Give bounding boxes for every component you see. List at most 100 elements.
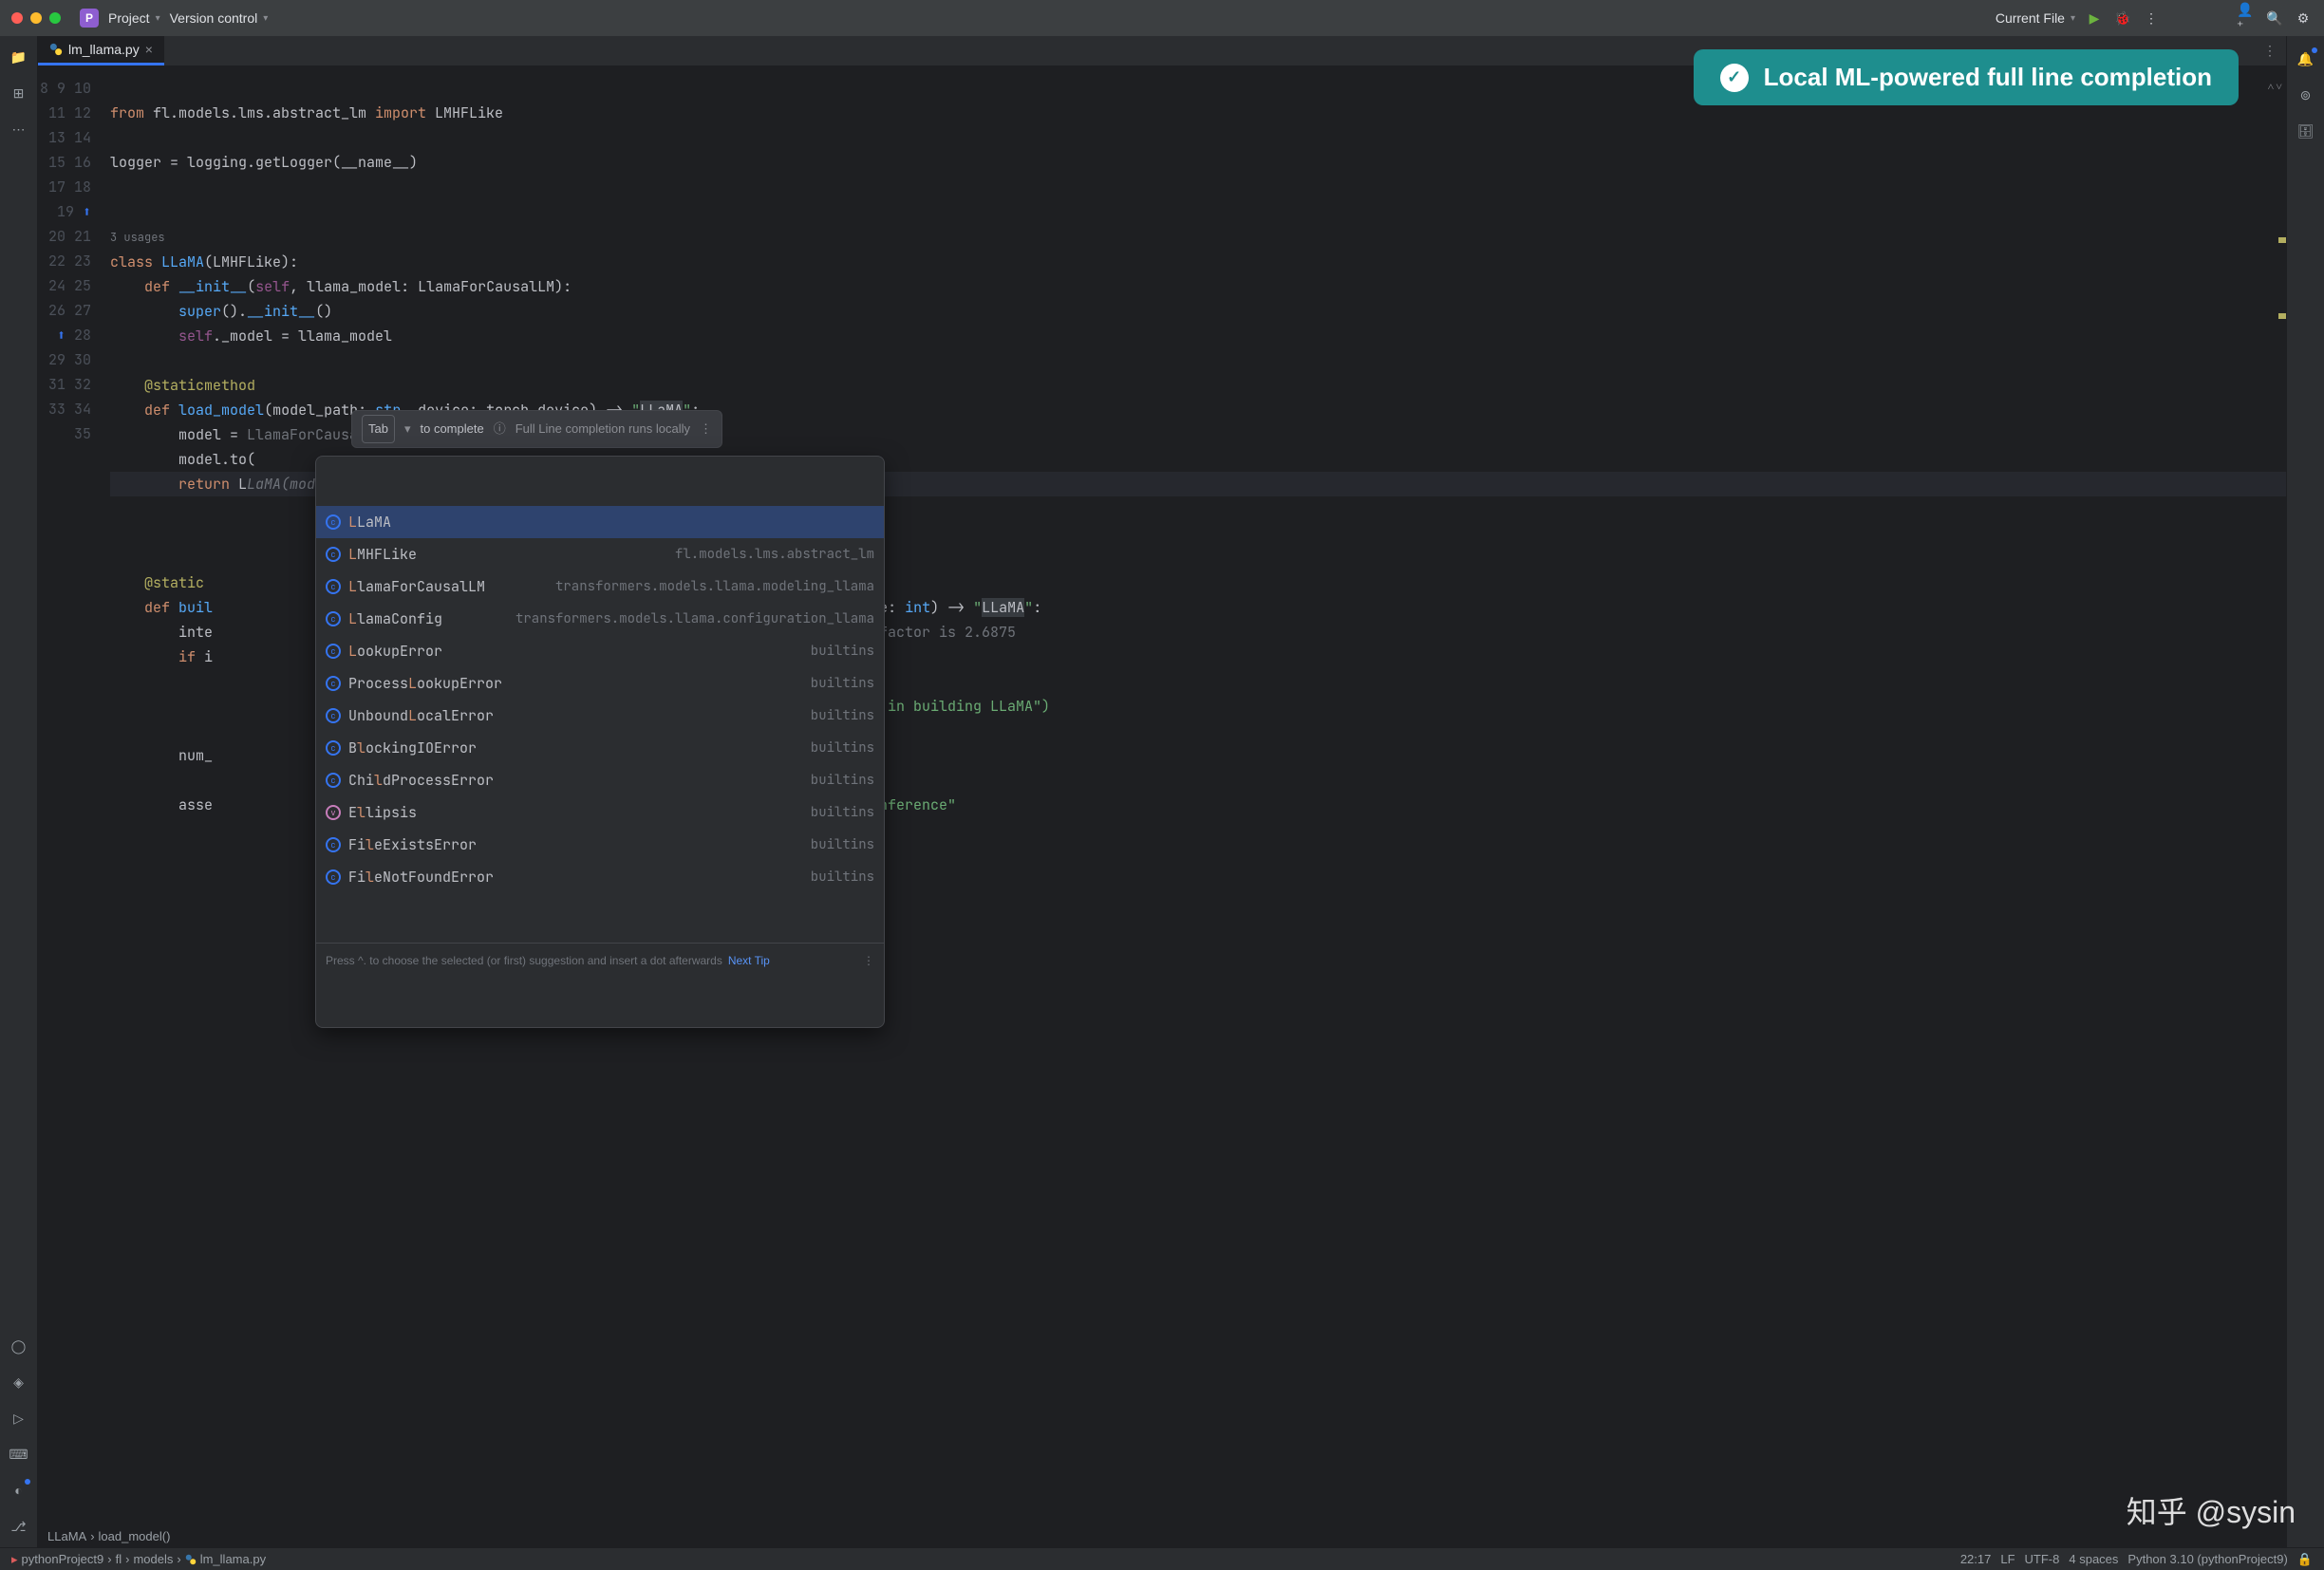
tab-close-button[interactable]: × [145, 42, 153, 57]
completion-item[interactable]: cFileExistsErrorbuiltins [316, 829, 884, 861]
sb-bc-1[interactable]: fl [116, 1552, 122, 1566]
services-icon[interactable]: ◈ [9, 1373, 28, 1392]
class-kind-icon: c [326, 869, 341, 885]
statusbar: ▸ pythonProject9› fl› models› lm_llama.p… [0, 1547, 2324, 1570]
completion-label: BlockingIOError [348, 736, 477, 760]
tab-lm-llama[interactable]: lm_llama.py × [38, 36, 164, 65]
completion-item[interactable]: c FileNotFoundError builtins [316, 861, 884, 893]
hint-more-icon[interactable]: ⋮ [700, 417, 712, 441]
terminal-icon[interactable]: ⌨ [9, 1445, 28, 1464]
status-breadcrumb[interactable]: ▸ pythonProject9› fl› models› lm_llama.p… [11, 1552, 266, 1567]
completion-item[interactable]: cLLaMA [316, 506, 884, 538]
prev-highlight-button[interactable]: ˄ [2267, 74, 2274, 99]
warning-stripe[interactable] [2278, 313, 2286, 319]
next-highlight-button[interactable]: ˅ [2276, 74, 2282, 99]
completion-hint-pill[interactable]: Tab ▾ to complete ⓘ Full Line completion… [351, 410, 722, 448]
right-toolbar: 🔔 ⊚ 🗄 [2286, 36, 2324, 1547]
completion-item[interactable]: cChildProcessErrorbuiltins [316, 764, 884, 796]
completion-item[interactable]: cUnboundLocalErrorbuiltins [316, 700, 884, 732]
completion-source: builtins [811, 703, 874, 728]
project-menu[interactable]: Project [108, 10, 160, 26]
completion-label: LookupError [348, 639, 442, 664]
completion-source: builtins [811, 800, 874, 825]
python-console-icon[interactable]: ◯ [9, 1336, 28, 1355]
collaborate-icon[interactable]: 👤⁺ [2237, 9, 2256, 28]
class-kind-icon: c [326, 773, 341, 788]
lock-icon[interactable]: 🔒 [2297, 1552, 2313, 1567]
class-kind-icon: c [326, 740, 341, 756]
left-toolbar: 📁 ⊞ ⋯ ◯ ◈ ▷ ⌨ ◐ ⎇ [0, 36, 38, 1547]
completion-item[interactable]: cBlockingIOErrorbuiltins [316, 732, 884, 764]
database-icon[interactable]: 🗄 [2296, 121, 2315, 140]
tab-more-button[interactable]: ⋮ [2254, 36, 2286, 65]
tab-key-badge: Tab [362, 415, 395, 443]
indent-config[interactable]: 4 spaces [2069, 1552, 2118, 1566]
completion-item[interactable]: vEllipsisbuiltins [316, 796, 884, 829]
completion-label: UnboundLocalError [348, 703, 494, 728]
notifications-icon[interactable]: 🔔 [2296, 49, 2315, 68]
completion-popup[interactable]: cLLaMAcLMHFLikefl.models.lms.abstract_lm… [315, 456, 885, 1028]
search-icon[interactable]: 🔍 [2265, 9, 2284, 28]
class-kind-icon: c [326, 837, 341, 852]
completion-footer-more-icon[interactable]: ⋮ [863, 948, 874, 973]
line-separator[interactable]: LF [2000, 1552, 2015, 1566]
close-window-button[interactable] [11, 12, 23, 24]
completion-item[interactable]: cLMHFLikefl.models.lms.abstract_lm [316, 538, 884, 570]
completion-source: builtins [811, 832, 874, 857]
run-tool-icon[interactable]: ▷ [9, 1409, 28, 1428]
python-file-icon [185, 1554, 197, 1565]
sb-bc-root[interactable]: pythonProject9 [22, 1552, 104, 1566]
minimize-window-button[interactable] [30, 12, 42, 24]
hint-info-text: Full Line completion runs locally [515, 417, 690, 441]
feature-banner: ✓ Local ML-powered full line completion [1694, 49, 2239, 105]
completion-item[interactable]: cLlamaForCausalLMtransformers.models.lla… [316, 570, 884, 603]
completion-source: builtins [811, 768, 874, 793]
usages-hint[interactable]: 3 usages [110, 230, 165, 245]
class-kind-icon: c [326, 644, 341, 659]
next-tip-link[interactable]: Next Tip [728, 948, 770, 973]
run-config-menu[interactable]: Current File [1996, 10, 2075, 26]
cursor-position[interactable]: 22:17 [1960, 1552, 1992, 1566]
editor-area: lm_llama.py × ⋮ 8 9 10 11 12 13 14 15 16… [38, 36, 2286, 1547]
hint-to-complete: to complete [421, 417, 484, 441]
run-button[interactable]: ▶ [2085, 9, 2104, 28]
encoding[interactable]: UTF-8 [2025, 1552, 2060, 1566]
completion-footer-text: Press ^. to choose the selected (or firs… [326, 948, 722, 973]
debug-button[interactable]: 🐞 [2113, 9, 2132, 28]
completion-source: fl.models.lms.abstract_lm [675, 542, 874, 567]
completion-label: FileNotFoundError [348, 865, 494, 889]
completion-source: transformers.models.llama.configuration_… [515, 607, 874, 631]
completion-footer: Press ^. to choose the selected (or firs… [316, 943, 884, 978]
structure-tool-icon[interactable]: ⊞ [9, 84, 28, 103]
banner-text: Local ML-powered full line completion [1764, 63, 2212, 92]
completion-label: ProcessLookupError [348, 671, 502, 696]
class-kind-icon: c [326, 547, 341, 562]
editor-body[interactable]: 8 9 10 11 12 13 14 15 16 17 18 19 ⬆ 20 2… [38, 66, 2286, 1524]
completion-item[interactable]: cLlamaConfigtransformers.models.llama.co… [316, 603, 884, 635]
editor-breadcrumb[interactable]: LLaMA › load_model() [38, 1524, 2286, 1547]
traffic-lights [11, 12, 61, 24]
completion-source: builtins [811, 865, 874, 889]
warning-stripe[interactable] [2278, 237, 2286, 243]
problems-icon[interactable]: ◐ [9, 1481, 28, 1500]
completion-item[interactable]: cLookupErrorbuiltins [316, 635, 884, 667]
more-run-icon[interactable]: ⋮ [2142, 9, 2161, 28]
ai-assistant-icon[interactable]: ⊚ [2296, 85, 2315, 104]
breadcrumb-method[interactable]: load_model() [99, 1529, 171, 1543]
completion-item[interactable]: cProcessLookupErrorbuiltins [316, 667, 884, 700]
vcs-menu[interactable]: Version control [170, 10, 269, 26]
sb-bc-2[interactable]: models [133, 1552, 173, 1566]
git-icon[interactable]: ⎇ [9, 1517, 28, 1536]
project-badge[interactable]: P [80, 9, 99, 28]
interpreter[interactable]: Python 3.10 (pythonProject9) [2127, 1552, 2287, 1566]
project-tool-icon[interactable]: 📁 [9, 47, 28, 66]
completion-source: builtins [811, 671, 874, 696]
maximize-window-button[interactable] [49, 12, 61, 24]
code-content[interactable]: from fl.models.lms.abstract_lm import LM… [104, 66, 2286, 1524]
sb-bc-file[interactable]: lm_llama.py [200, 1552, 266, 1566]
more-tool-icon[interactable]: ⋯ [9, 120, 28, 139]
class-kind-icon: c [326, 611, 341, 626]
breadcrumb-class[interactable]: LLaMA [47, 1529, 86, 1543]
settings-icon[interactable]: ⚙ [2294, 9, 2313, 28]
titlebar: P Project Version control Current File ▶… [0, 0, 2324, 36]
